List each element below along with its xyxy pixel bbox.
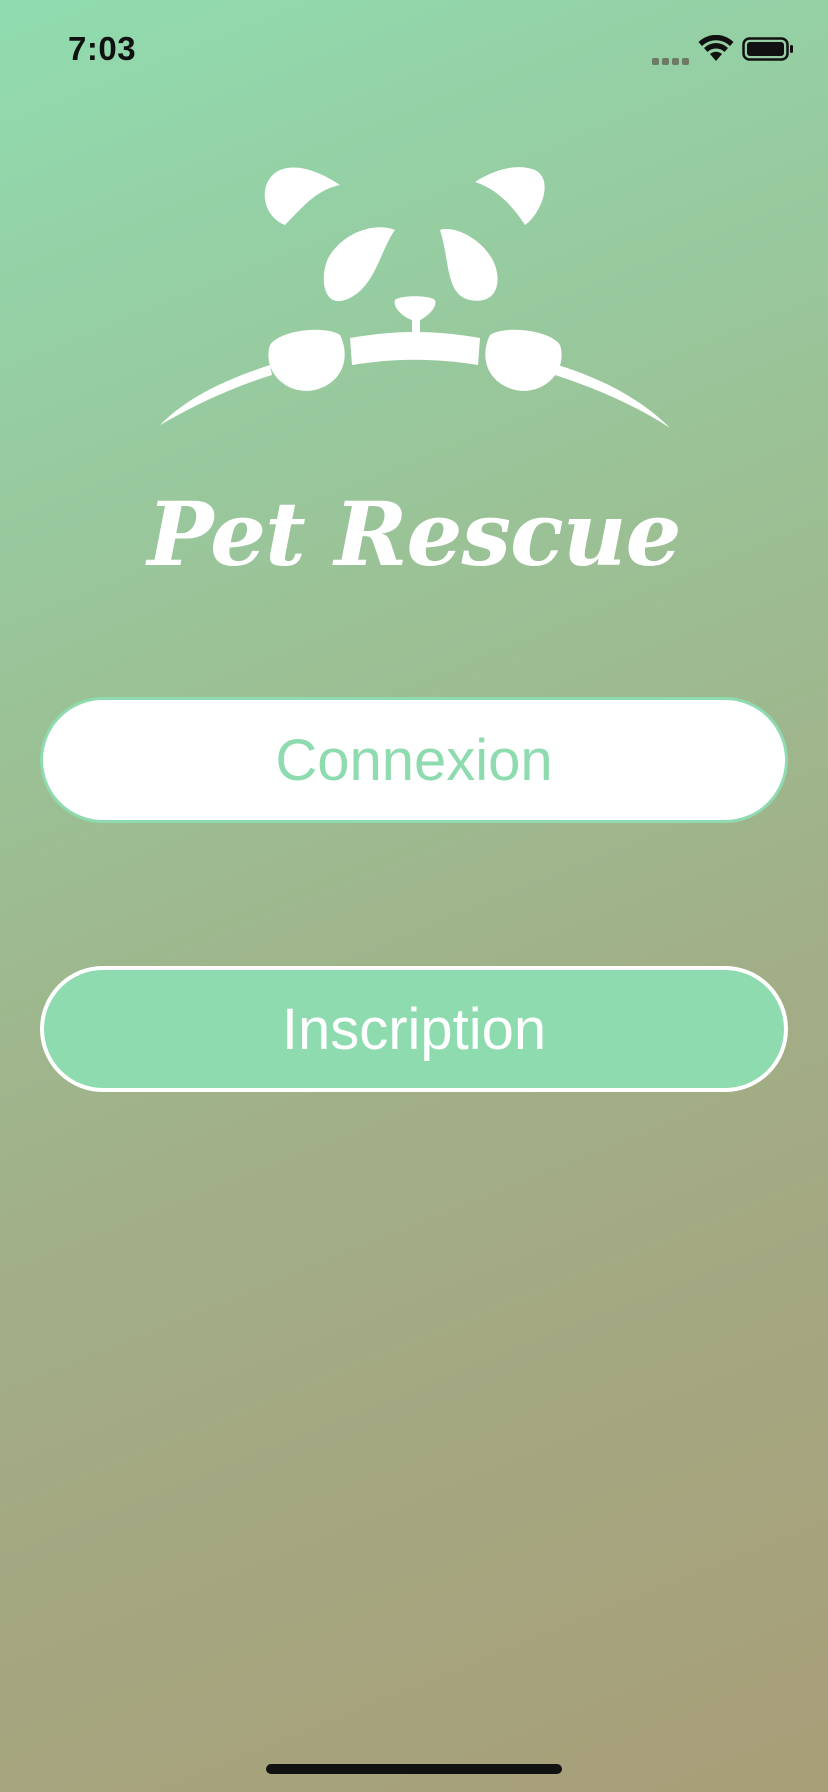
brand-name: Pet Rescue xyxy=(147,482,681,586)
signup-button-label: Inscription xyxy=(281,996,547,1062)
panda-logo-icon xyxy=(160,167,670,428)
wifi-icon xyxy=(698,35,734,61)
status-time: 7:03 xyxy=(68,30,137,67)
status-bar: 7:03 xyxy=(0,0,828,100)
home-indicator[interactable] xyxy=(266,1764,562,1774)
signup-button[interactable]: Inscription xyxy=(40,966,788,1092)
cellular-signal-icon xyxy=(652,52,692,70)
login-button[interactable]: Connexion xyxy=(40,697,788,823)
login-button-label: Connexion xyxy=(275,727,553,793)
battery-icon xyxy=(742,37,793,61)
